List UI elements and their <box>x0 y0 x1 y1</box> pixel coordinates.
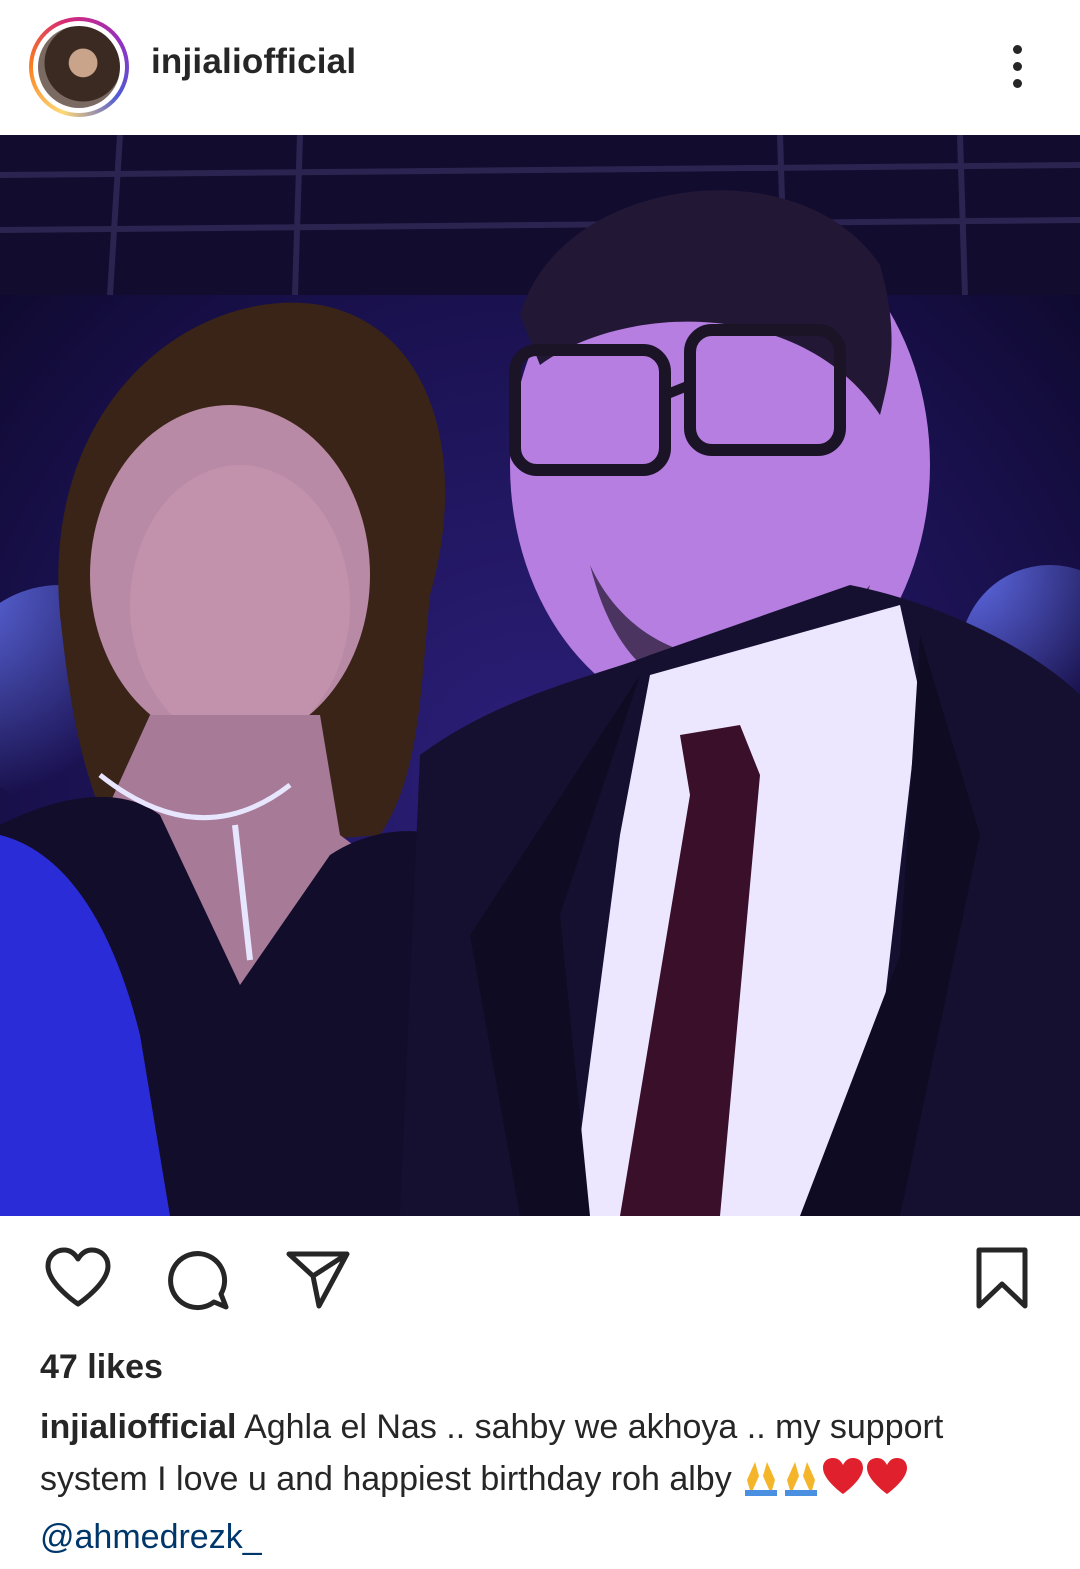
mention-link[interactable]: @ahmedrezk_ <box>40 1518 262 1556</box>
more-options-icon[interactable] <box>1000 40 1036 92</box>
caption-username[interactable]: injialiofficial <box>40 1408 236 1446</box>
post-header: injialiofficial <box>0 0 1080 135</box>
post-image[interactable] <box>0 135 1080 1216</box>
bookmark-icon[interactable] <box>974 1246 1030 1310</box>
post-actions <box>0 1216 1080 1336</box>
heart-icon[interactable] <box>44 1246 112 1308</box>
comment-icon[interactable] <box>166 1246 232 1312</box>
red-heart-icon <box>821 1456 865 1511</box>
post-caption: injialiofficial Aghla el Nas .. sahby we… <box>40 1401 1050 1563</box>
folded-hands-icon <box>781 1458 821 1511</box>
likes-count[interactable]: 47 likes <box>40 1348 163 1387</box>
post-username[interactable]: injialiofficial <box>151 42 356 82</box>
folded-hands-icon <box>741 1458 781 1511</box>
avatar[interactable] <box>38 26 120 108</box>
story-ring[interactable] <box>29 17 129 117</box>
red-heart-icon <box>865 1456 909 1511</box>
share-icon[interactable] <box>285 1246 351 1312</box>
photo-illustration <box>0 135 1080 1216</box>
